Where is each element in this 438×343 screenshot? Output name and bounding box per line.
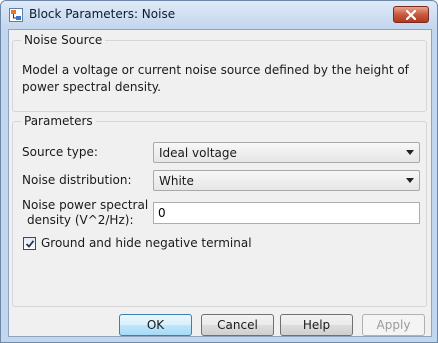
source-type-dropdown[interactable]: Ideal voltage (153, 142, 420, 163)
source-type-value: Ideal voltage (159, 146, 237, 160)
noise-psd-label-line2: density (V^2/Hz): (27, 213, 134, 227)
checkmark-icon (25, 240, 35, 248)
chevron-down-icon (406, 178, 414, 183)
noise-source-group: Noise Source Model a voltage or current … (12, 33, 427, 112)
parameters-group: Parameters Source type: Ideal voltage No… (12, 114, 427, 307)
close-button[interactable] (393, 6, 429, 23)
chevron-down-icon (406, 150, 414, 155)
ground-checkbox-label[interactable]: Ground and hide negative terminal (41, 236, 252, 250)
ok-button[interactable]: OK (119, 314, 192, 336)
dialog-window: Block Parameters: Noise Noise Source Mod… (0, 0, 438, 343)
noise-psd-input[interactable] (153, 202, 420, 224)
source-type-label: Source type: (22, 145, 98, 159)
cancel-button[interactable]: Cancel (201, 314, 274, 336)
window-title: Block Parameters: Noise (29, 7, 176, 21)
noise-distribution-value: White (159, 174, 194, 188)
title-bar[interactable]: Block Parameters: Noise (1, 1, 437, 29)
noise-psd-label-line1: Noise power spectral (22, 198, 149, 212)
noise-source-legend: Noise Source (21, 33, 106, 47)
noise-distribution-dropdown[interactable]: White (153, 170, 420, 191)
noise-distribution-label: Noise distribution: (22, 173, 132, 187)
close-icon (406, 10, 416, 20)
dialog-body: Noise Source Model a voltage or current … (8, 29, 432, 337)
simulink-block-icon (9, 8, 23, 22)
apply-button[interactable]: Apply (362, 314, 425, 336)
ground-checkbox[interactable] (23, 237, 36, 250)
help-button[interactable]: Help (280, 314, 353, 336)
parameters-legend: Parameters (21, 114, 96, 128)
block-description: Model a voltage or current noise source … (22, 63, 409, 94)
